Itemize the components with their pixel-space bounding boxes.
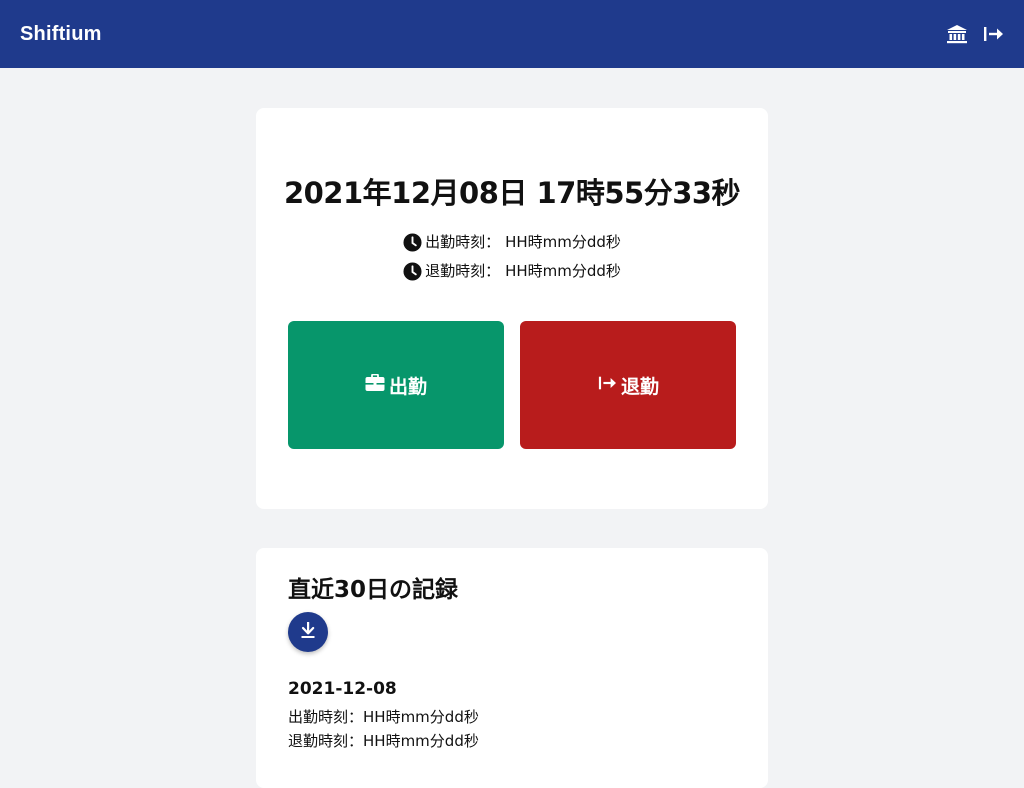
- navbar-actions: [946, 23, 1004, 45]
- record-clock-in: 出勤時刻：HH時mm分dd秒: [288, 705, 479, 729]
- sign-out-icon[interactable]: [982, 23, 1004, 45]
- download-button[interactable]: [288, 612, 328, 652]
- record-item: 2021-12-08 出勤時刻：HH時mm分dd秒 退勤時刻：HH時mm分dd秒: [288, 679, 479, 753]
- top-navbar: Shiftium: [0, 0, 1024, 68]
- clock-out-value: HH時mm分dd秒: [505, 262, 621, 280]
- clock-out-time-row: 退勤時刻： HH時mm分dd秒: [403, 257, 621, 286]
- download-icon: [300, 621, 316, 643]
- bank-icon[interactable]: [946, 23, 968, 45]
- record-clock-out: 退勤時刻：HH時mm分dd秒: [288, 729, 479, 753]
- sign-out-icon: [597, 374, 617, 397]
- records-title: 直近30日の記録: [288, 577, 459, 603]
- clock-out-label: 退勤時刻：: [425, 262, 501, 280]
- record-date: 2021-12-08: [288, 679, 397, 699]
- briefcase-icon: [365, 373, 385, 397]
- clock-out-button-label: 退勤: [620, 375, 659, 398]
- clock-in-button[interactable]: 出勤: [288, 321, 504, 449]
- clock-in-label: 出勤時刻：: [425, 233, 501, 251]
- record-clock-out-value: HH時mm分dd秒: [363, 732, 479, 750]
- clock-out-button[interactable]: 退勤: [520, 321, 736, 449]
- records-card: 直近30日の記録 2021-12-08 出勤時刻：HH時mm分dd秒 退勤時刻：…: [256, 548, 768, 788]
- clock-card: 2021年12月08日 17時55分33秒 出勤時刻： HH時mm分dd秒 退勤…: [256, 108, 768, 509]
- clock-in-button-label: 出勤: [388, 375, 427, 398]
- clock-in-time-row: 出勤時刻： HH時mm分dd秒: [403, 228, 621, 257]
- record-clock-out-label: 退勤時刻：: [288, 732, 364, 750]
- clock-in-value: HH時mm分dd秒: [505, 233, 621, 251]
- clock-icon: [403, 233, 422, 252]
- record-clock-in-label: 出勤時刻：: [288, 708, 364, 726]
- current-datetime: 2021年12月08日 17時55分33秒: [283, 176, 741, 210]
- clock-icon: [403, 262, 422, 281]
- today-times: 出勤時刻： HH時mm分dd秒 退勤時刻： HH時mm分dd秒: [256, 228, 768, 286]
- app-brand[interactable]: Shiftium: [20, 23, 102, 46]
- record-clock-in-value: HH時mm分dd秒: [363, 708, 479, 726]
